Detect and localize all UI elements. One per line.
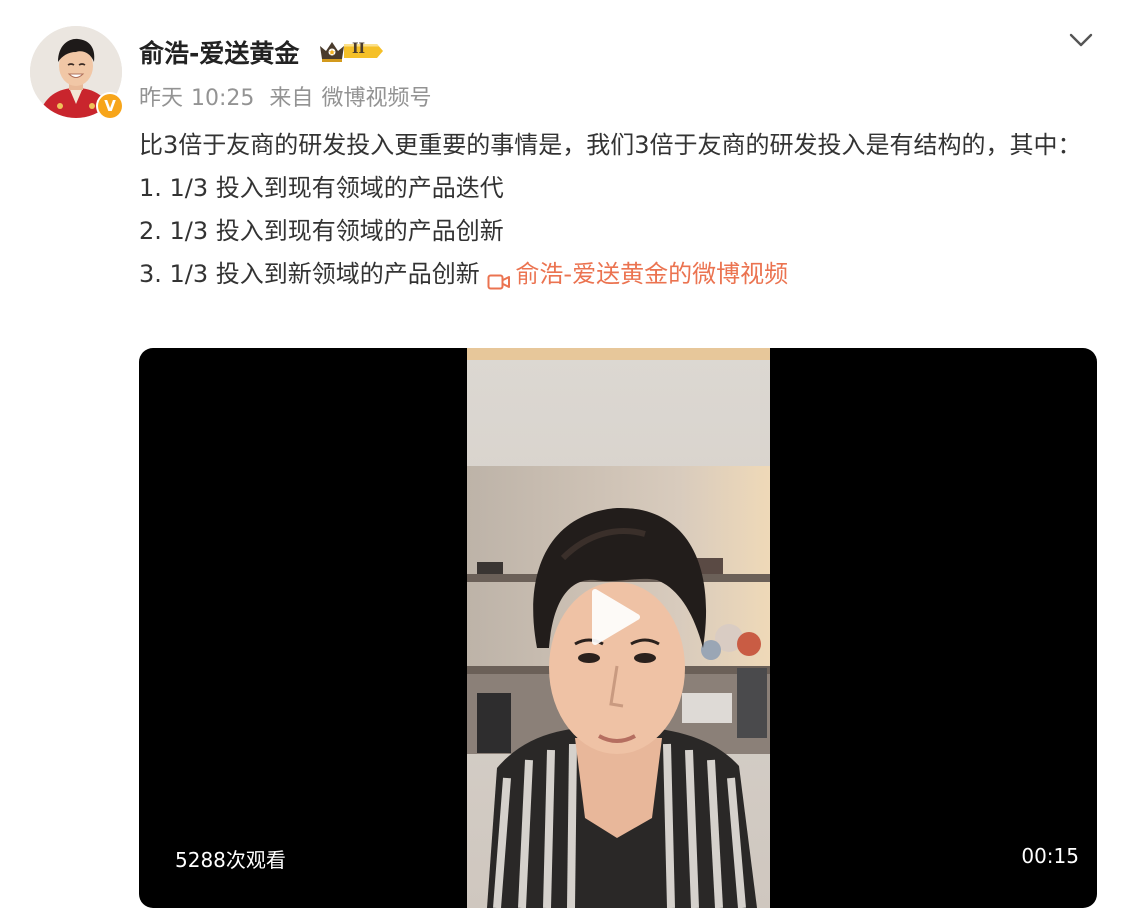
post-meta: 昨天 10:25 来自 微博视频号	[139, 80, 431, 112]
video-link[interactable]: 俞浩-爱送黄金的微博视频	[487, 260, 789, 290]
post-text-line: 比3倍于友商的研发投入更重要的事情是，我们3倍于友商的研发投入是有结构的，其中：	[139, 131, 1082, 159]
post-text: 比3倍于友商的研发投入更重要的事情是，我们3倍于友商的研发投入是有结构的，其中：…	[139, 124, 1084, 296]
post-text-line: 2. 1/3 投入到现有领域的产品创新	[139, 217, 504, 245]
video-duration: 00:15	[1021, 844, 1079, 868]
play-icon[interactable]	[589, 586, 643, 648]
verified-icon: V	[98, 94, 122, 118]
post-date[interactable]: 昨天	[139, 86, 183, 111]
author-name[interactable]: 俞浩-爱送黄金	[139, 34, 299, 70]
badge-level: II	[352, 41, 366, 57]
verified-badge: V	[96, 92, 124, 120]
source-prefix: 来自	[269, 86, 314, 111]
post-source[interactable]: 微博视频号	[321, 86, 431, 111]
post-text-line: 1. 1/3 投入到现有领域的产品迭代	[139, 174, 504, 202]
post-text-line: 3. 1/3 投入到新领域的产品创新 俞浩-爱送黄金的微博视频	[139, 253, 1084, 296]
video-player[interactable]: 5288次观看 00:15	[139, 348, 1097, 908]
post-text-line-content: 3. 1/3 投入到新领域的产品创新	[139, 260, 480, 288]
crown-badge-icon[interactable]: II	[317, 37, 387, 65]
video-camera-icon	[487, 263, 511, 290]
chevron-down-icon[interactable]	[1066, 28, 1096, 52]
view-count: 5288次观看	[175, 848, 286, 872]
user-avatar[interactable]: V	[30, 26, 124, 120]
post-time[interactable]: 10:25	[191, 86, 254, 111]
video-link-label: 俞浩-爱送黄金的微博视频	[515, 260, 789, 288]
